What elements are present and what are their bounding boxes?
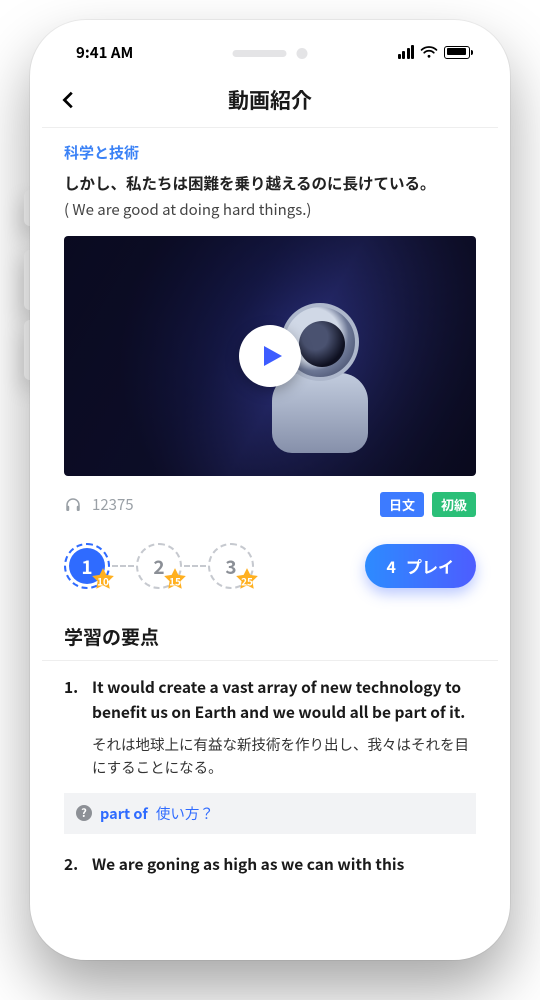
play-button[interactable]: 4 プレイ [365, 544, 476, 588]
content-area: 科学と技術 しかし、私たちは困難を乗り越えるのに長けている。 ( We are … [42, 128, 498, 877]
learning-point-1: 1. It would create a vast array of new t… [42, 661, 498, 779]
point-japanese: それは地球上に有益な新技術を作り出し、我々はそれを目にすることになる。 [92, 733, 476, 779]
video-meta: 科学と技術 しかし、私たちは困難を乗り越えるのに長けている。 ( We are … [42, 128, 498, 230]
point-number: 1. [64, 675, 82, 779]
phone-screen: 9:41 AM 動画紹介 科学と技術 しかし、私たちは困難を乗り越えるのに長けて… [30, 20, 510, 960]
star-badge: 15 [162, 567, 188, 593]
tag-language: 日文 [380, 492, 424, 517]
wifi-icon [420, 45, 438, 59]
step-1[interactable]: 1 10 [64, 543, 110, 589]
step-3[interactable]: 3 25 [208, 543, 254, 589]
notch [233, 48, 308, 59]
chevron-left-icon [58, 89, 80, 111]
progress-steps: 1 10 2 15 3 [42, 529, 498, 603]
point-english: We are goning as high as we can with thi… [92, 852, 404, 877]
play-step-number: 4 [387, 554, 396, 578]
play-overlay-button[interactable] [239, 325, 301, 387]
page-title: 動画紹介 [228, 85, 312, 115]
app-header: 動画紹介 [42, 72, 498, 128]
play-button-label: プレイ [406, 554, 454, 578]
star-value: 10 [97, 573, 109, 588]
status-time: 9:41 AM [76, 42, 133, 63]
section-heading: 学習の要点 [42, 603, 498, 660]
status-indicators [398, 45, 471, 59]
star-badge: 25 [234, 567, 260, 593]
step-2[interactable]: 2 15 [136, 543, 182, 589]
battery-icon [444, 46, 470, 59]
question-icon: ? [76, 805, 92, 821]
star-badge: 10 [90, 567, 116, 593]
video-stats-row: 12375 日文 初級 [42, 486, 498, 529]
speaker-grille [233, 50, 287, 57]
signal-icon [398, 45, 415, 59]
star-value: 25 [241, 573, 253, 588]
star-value: 15 [169, 573, 181, 588]
video-thumbnail[interactable] [64, 236, 476, 476]
point-english: It would create a vast array of new tech… [92, 675, 476, 725]
usage-hint[interactable]: ? part of 使い方？ [64, 793, 476, 834]
device-frame: 9:41 AM 動画紹介 科学と技術 しかし、私たちは困難を乗り越えるのに長けて… [30, 20, 510, 960]
listen-count: 12375 [92, 494, 134, 515]
point-number: 2. [64, 852, 82, 877]
learning-point-2: 2. We are goning as high as we can with … [42, 834, 498, 877]
headphones-icon [64, 496, 82, 514]
back-button[interactable] [58, 89, 80, 111]
sentence-japanese: しかし、私たちは困難を乗り越えるのに長けている。 [64, 171, 476, 195]
front-camera [297, 48, 308, 59]
hint-phrase: part of [100, 803, 148, 824]
tag-level: 初級 [432, 492, 476, 517]
hint-tail: 使い方？ [156, 803, 214, 824]
category-link[interactable]: 科学と技術 [64, 142, 476, 163]
sentence-english: ( We are good at doing hard things.) [64, 199, 476, 220]
play-icon [260, 344, 284, 368]
